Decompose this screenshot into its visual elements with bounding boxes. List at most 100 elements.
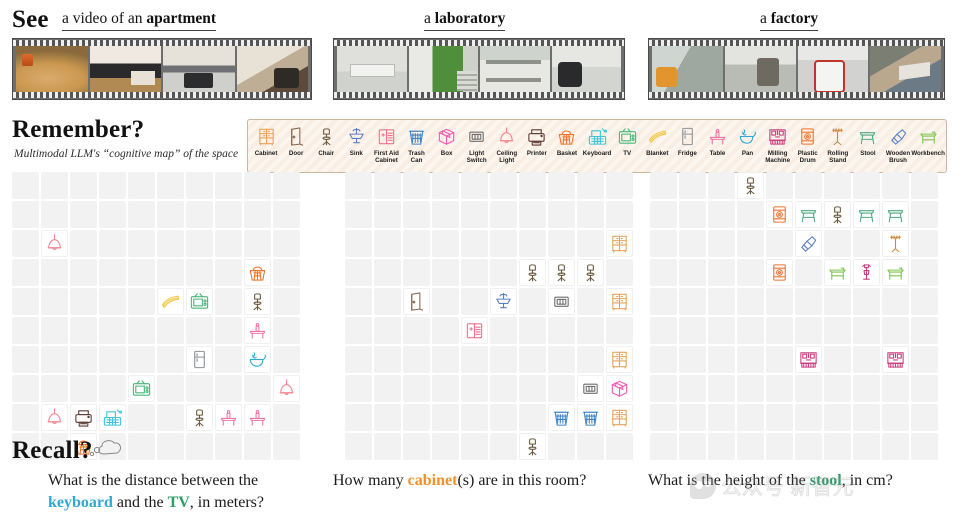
section-title-recall: Recall? xyxy=(12,437,93,464)
map-cell-ceiling-light xyxy=(41,230,68,257)
legend-item-keyboard: Keyboard xyxy=(582,123,612,157)
section-title-remember: Remember? xyxy=(12,116,145,143)
map-cell-empty xyxy=(128,201,155,228)
map-cell-empty xyxy=(548,230,575,257)
map-cell-milling-machine-sm xyxy=(853,259,880,286)
map-cell-empty xyxy=(345,375,372,402)
map-cell-chair xyxy=(244,288,271,315)
map-cell-empty xyxy=(273,259,300,286)
map-cell-empty xyxy=(128,317,155,344)
map-cell-trash-can xyxy=(548,404,575,431)
film-strip-apartment xyxy=(12,38,312,100)
map-cell-empty xyxy=(708,375,735,402)
map-cell-empty xyxy=(186,433,213,460)
legend-item-label: Trash Can xyxy=(408,150,425,165)
map-cell-empty xyxy=(215,172,242,199)
map-cell-empty xyxy=(708,201,735,228)
map-cell-empty xyxy=(679,317,706,344)
map-cell-ceiling-light xyxy=(273,375,300,402)
map-cell-empty xyxy=(12,375,39,402)
map-cell-chair xyxy=(548,259,575,286)
map-cell-first-aid-cabinet xyxy=(461,317,488,344)
map-cell-empty xyxy=(41,317,68,344)
map-cell-empty xyxy=(345,404,372,431)
map-cell-empty xyxy=(374,404,401,431)
map-cell-empty xyxy=(244,230,271,257)
map-cell-empty xyxy=(853,317,880,344)
map-cell-empty xyxy=(737,259,764,286)
map-cell-empty xyxy=(374,433,401,460)
map-cell-empty xyxy=(345,259,372,286)
map-cell-empty xyxy=(708,230,735,257)
map-cell-table xyxy=(215,404,242,431)
map-cell-empty xyxy=(606,201,633,228)
map-cell-empty xyxy=(766,172,793,199)
heading-keyword-apartment: apartment xyxy=(146,10,217,27)
map-cell-empty xyxy=(157,259,184,286)
map-cell-empty xyxy=(432,230,459,257)
map-cell-empty xyxy=(737,201,764,228)
map-cell-empty xyxy=(374,172,401,199)
map-cell-empty xyxy=(273,346,300,373)
map-cell-empty xyxy=(708,288,735,315)
video-frame xyxy=(797,46,869,92)
legend-item-label: Printer xyxy=(526,150,547,157)
map-cell-empty xyxy=(128,259,155,286)
map-cell-empty xyxy=(519,230,546,257)
tv-icon xyxy=(617,123,638,149)
map-cell-empty xyxy=(490,375,517,402)
heading-keyword-laboratory: laboratory xyxy=(434,10,506,27)
question-text-part1: What is the distance between the xyxy=(48,472,259,489)
map-cell-empty xyxy=(41,259,68,286)
map-cell-sink xyxy=(490,288,517,315)
map-cell-empty xyxy=(244,172,271,199)
map-cell-empty xyxy=(186,201,213,228)
legend-item-light-switch: Light Switch xyxy=(462,123,492,165)
map-cell-empty xyxy=(186,172,213,199)
map-cell-empty xyxy=(824,433,851,460)
sink-icon xyxy=(346,123,367,149)
map-cell-empty xyxy=(708,172,735,199)
map-cell-empty xyxy=(41,375,68,402)
map-cell-empty xyxy=(70,375,97,402)
map-cell-empty xyxy=(853,375,880,402)
map-cell-workbench xyxy=(882,259,909,286)
map-cell-workbench xyxy=(824,259,851,286)
pan-icon xyxy=(737,123,758,149)
map-cell-empty xyxy=(737,230,764,257)
legend-item-table: Table xyxy=(702,123,732,157)
legend-item-label: Light Switch xyxy=(466,150,487,165)
map-cell-empty xyxy=(215,288,242,315)
map-cell-stool xyxy=(795,201,822,228)
map-cell-plastic-drum xyxy=(766,259,793,286)
map-cell-empty xyxy=(824,375,851,402)
map-cell-empty xyxy=(737,375,764,402)
map-cell-empty xyxy=(708,404,735,431)
map-cell-empty xyxy=(432,317,459,344)
video-frame xyxy=(89,46,161,92)
map-cell-empty xyxy=(519,404,546,431)
map-cell-empty xyxy=(345,317,372,344)
map-cell-empty xyxy=(461,230,488,257)
workbench-icon xyxy=(918,123,939,149)
map-cell-empty xyxy=(41,172,68,199)
map-cell-empty xyxy=(41,201,68,228)
map-cell-empty xyxy=(244,375,271,402)
map-cell-empty xyxy=(186,230,213,257)
map-cell-empty xyxy=(650,172,677,199)
map-cell-box xyxy=(606,375,633,402)
map-cell-empty xyxy=(345,433,372,460)
map-cell-empty xyxy=(345,346,372,373)
legend-item-stool: Stool xyxy=(853,123,883,157)
map-cell-empty xyxy=(679,433,706,460)
map-cell-empty xyxy=(606,317,633,344)
heading-prefix-apartment: a video of an xyxy=(62,10,147,27)
map-cell-empty xyxy=(99,317,126,344)
map-cell-empty xyxy=(99,346,126,373)
map-cell-empty xyxy=(70,201,97,228)
map-cell-empty xyxy=(519,201,546,228)
map-cell-empty xyxy=(650,230,677,257)
map-cell-empty xyxy=(490,259,517,286)
map-cell-empty xyxy=(708,317,735,344)
map-cell-empty xyxy=(432,172,459,199)
